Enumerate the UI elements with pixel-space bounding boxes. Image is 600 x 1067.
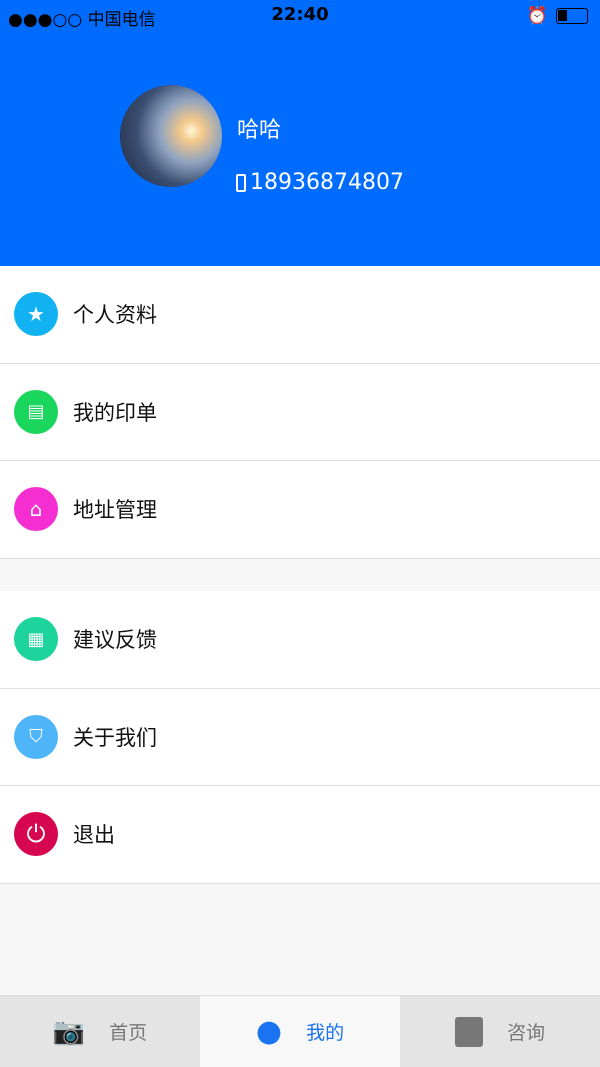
alarm-icon: ⏰	[526, 6, 548, 26]
menu-label: 关于我们	[73, 725, 157, 750]
tab-consult[interactable]: 咨询	[400, 996, 600, 1067]
user-name: 哈哈	[237, 118, 282, 143]
profile-header: ●●●○○ 中国电信 22:40 ⏰ 哈哈 18936874807	[0, 0, 600, 266]
menu-item-logout[interactable]: ⏻ 退出	[0, 786, 600, 884]
status-bar: ●●●○○ 中国电信 22:40 ⏰	[0, 0, 600, 30]
menu-label: 我的印单	[73, 400, 157, 425]
menu-item-about[interactable]: ⛉ 关于我们	[0, 689, 600, 786]
menu-item-address[interactable]: ⌂ 地址管理	[0, 461, 600, 559]
tab-label: 我的	[306, 1022, 345, 1044]
menu-label: 建议反馈	[73, 628, 157, 653]
home-icon: ⌂	[14, 487, 58, 532]
chat-icon	[454, 1016, 483, 1047]
tab-mine[interactable]: ● 我的	[200, 996, 400, 1067]
newspaper-icon: ▦	[14, 617, 58, 662]
tab-label: 咨询	[506, 1022, 545, 1044]
star-icon: ★	[14, 292, 58, 337]
camera-icon: 📷	[52, 1016, 86, 1047]
battery-icon	[556, 8, 588, 24]
menu-label: 退出	[73, 823, 115, 848]
menu-group-1: ★ 个人资料 ▤ 我的印单 ⌂ 地址管理	[0, 266, 600, 559]
clock: 22:40	[271, 4, 329, 25]
menu-label: 个人资料	[73, 303, 157, 328]
tab-label: 首页	[109, 1022, 148, 1044]
user-phone: 18936874807	[236, 170, 404, 195]
bookmark-icon: ⛉	[14, 714, 58, 759]
menu-group-2: ▦ 建议反馈 ⛉ 关于我们 ⏻ 退出	[0, 591, 600, 884]
avatar[interactable]	[120, 85, 222, 187]
power-icon: ⏻	[14, 812, 58, 857]
user-icon: ●	[255, 1014, 283, 1049]
menu-item-orders[interactable]: ▤ 我的印单	[0, 364, 600, 461]
phone-number: 18936874807	[250, 170, 404, 195]
list-icon: ▤	[14, 389, 58, 434]
phone-icon	[236, 173, 246, 192]
menu-label: 地址管理	[73, 498, 157, 523]
menu-item-feedback[interactable]: ▦ 建议反馈	[0, 591, 600, 689]
tab-bar: 📷 首页 ● 我的 咨询	[0, 995, 600, 1067]
menu-item-profile[interactable]: ★ 个人资料	[0, 266, 600, 364]
tab-home[interactable]: 📷 首页	[0, 996, 200, 1067]
